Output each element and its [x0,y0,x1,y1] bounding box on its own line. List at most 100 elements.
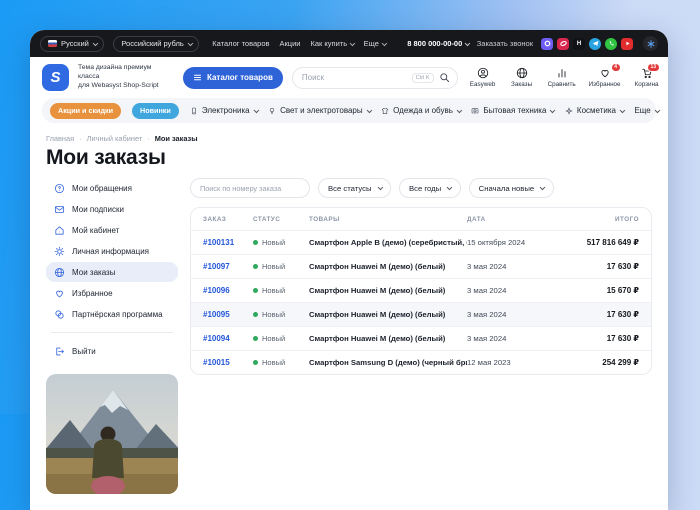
order-link[interactable]: #10097 [203,262,253,271]
currency-label: Российский рубль [121,39,183,48]
chevron-down-icon [377,185,382,190]
search-input[interactable] [302,73,407,82]
chevron-down-icon [254,107,259,112]
category-clothes[interactable]: Одежда и обувь [381,106,460,115]
status-dot-icon [253,288,258,293]
order-search-input[interactable] [190,178,310,198]
search-shortcut: Ctrl K [412,73,434,83]
catalog-button[interactable]: Каталог товаров [183,67,283,89]
category-electronics[interactable]: Электроника [190,106,257,115]
status-dot-icon [253,336,258,341]
order-total: 17 630 ₽ [555,310,639,319]
order-status: Новый [253,238,309,247]
social-h-icon[interactable]: Н [573,38,585,50]
breadcrumb: Главная· Личный кабинет· Мои заказы [46,134,652,143]
orders-menu-item[interactable]: Заказы [509,67,535,88]
topbar-link-catalog[interactable]: Каталог товаров [212,39,269,48]
order-link[interactable]: #10095 [203,310,253,319]
mountain-photo-illustration [46,374,178,494]
sidebar-item-personal-info[interactable]: Личная информация [46,241,178,261]
order-link[interactable]: #10015 [203,358,253,367]
topbar-link-promos[interactable]: Акции [280,39,301,48]
sidebar-item-partner-program[interactable]: Партнёрская программа [46,304,178,324]
order-date: 3 мая 2024 [467,334,555,343]
search-box[interactable]: Ctrl K [292,67,458,89]
utility-topbar: Русский Российский рубль Каталог товаров… [30,30,668,57]
status-dot-icon [253,240,258,245]
category-cosmetics[interactable]: Косметика [565,106,624,115]
order-status: Новый [253,286,309,295]
chevron-down-icon [540,185,545,190]
status-dot-icon [253,360,258,365]
orders-content: Все статусы Все годы Сначала новые Заказ… [190,178,652,494]
sale-pill[interactable]: Акции и скидки [50,103,121,119]
order-row[interactable]: #100131 Новый Смартфон Apple B (демо) (с… [191,230,651,254]
language-selector[interactable]: Русский [40,36,104,52]
phone-number[interactable]: 8 800 000-00-00 [407,39,469,48]
search-icon[interactable] [439,72,450,83]
order-row[interactable]: #10095 Новый Смартфон Huawei M (демо) (б… [191,302,651,326]
favorites-menu-item[interactable]: 4 Избранное [589,67,621,88]
chevron-down-icon [382,40,387,45]
chevron-down-icon [457,107,462,112]
social-ellipse-icon[interactable] [557,38,569,50]
globe-icon [54,267,65,278]
callback-link[interactable]: Заказать звонок [477,39,533,48]
sidebar-logout[interactable]: Выйти [46,341,178,361]
sidebar-item-dashboard[interactable]: Мой кабинет [46,220,178,240]
category-light[interactable]: Свет и электротовары [268,106,370,115]
social-ring-icon[interactable] [541,38,553,50]
new-pill[interactable]: Новинки [132,103,179,119]
order-link[interactable]: #10096 [203,286,253,295]
sidebar-item-subscriptions[interactable]: Мои подписки [46,199,178,219]
russia-flag-icon [48,40,57,47]
chevron-down-icon [188,40,193,45]
order-row[interactable]: #10096 Новый Смартфон Huawei M (демо) (б… [191,278,651,302]
order-filters: Все статусы Все годы Сначала новые [190,178,652,198]
hamburger-icon [193,73,202,82]
order-link[interactable]: #10094 [203,334,253,343]
category-more[interactable]: Еще [634,106,658,115]
order-date: 15 октября 2024 [467,238,555,247]
telegram-icon[interactable] [589,38,601,50]
order-status: Новый [253,262,309,271]
topbar-link-more[interactable]: Еще [364,39,386,48]
compare-menu-item[interactable]: Сравнить [548,67,576,88]
breadcrumb-home[interactable]: Главная [46,134,74,143]
order-link[interactable]: #100131 [203,238,253,247]
sort-select[interactable]: Сначала новые [469,178,554,198]
status-dot-icon [253,264,258,269]
account-menu-item[interactable]: Easyweb [470,67,496,88]
breadcrumb-current: Мои заказы [155,134,198,143]
year-filter-select[interactable]: Все годы [399,178,461,198]
site-window: Русский Российский рубль Каталог товаров… [30,30,668,510]
sidebar-item-orders[interactable]: Мои заказы [46,262,178,282]
sidebar-item-requests[interactable]: Мои обращения [46,178,178,198]
main-header: S Тема дизайна премиум класса для Webasy… [30,57,668,97]
category-appliances[interactable]: Бытовая техника [471,106,554,115]
order-date: 3 мая 2024 [467,310,555,319]
chevron-down-icon [465,40,470,45]
order-row[interactable]: #10094 Новый Смартфон Huawei M (демо) (б… [191,326,651,350]
chevron-down-icon [93,40,98,45]
whatsapp-icon[interactable] [605,38,617,50]
currency-selector[interactable]: Российский рубль [113,36,199,52]
order-row[interactable]: #10015 Новый Смартфон Samsung D (демо) (… [191,350,651,374]
topbar-link-how-to-buy[interactable]: Как купить [310,39,353,48]
cart-menu-item[interactable]: 13 Корзина [634,67,660,88]
orders-table: Заказ Статус Товары Дата Итого #100131 Н… [190,207,652,375]
order-total: 17 630 ₽ [555,262,639,271]
order-status: Новый [253,310,309,319]
youtube-icon[interactable] [621,38,633,50]
order-date: 3 мая 2024 [467,286,555,295]
store-logo[interactable]: S [42,64,69,91]
breadcrumb-account[interactable]: Личный кабинет [87,134,143,143]
sidebar-item-favorites[interactable]: Избранное [46,283,178,303]
order-row[interactable]: #10097 Новый Смартфон Huawei M (демо) (б… [191,254,651,278]
status-filter-select[interactable]: Все статусы [318,178,391,198]
sidebar-divider [51,332,173,333]
sidebar-promo-photo [46,374,178,494]
heart-icon [599,67,611,79]
order-status: Новый [253,358,309,367]
webasyst-logo-icon[interactable] [643,36,658,51]
